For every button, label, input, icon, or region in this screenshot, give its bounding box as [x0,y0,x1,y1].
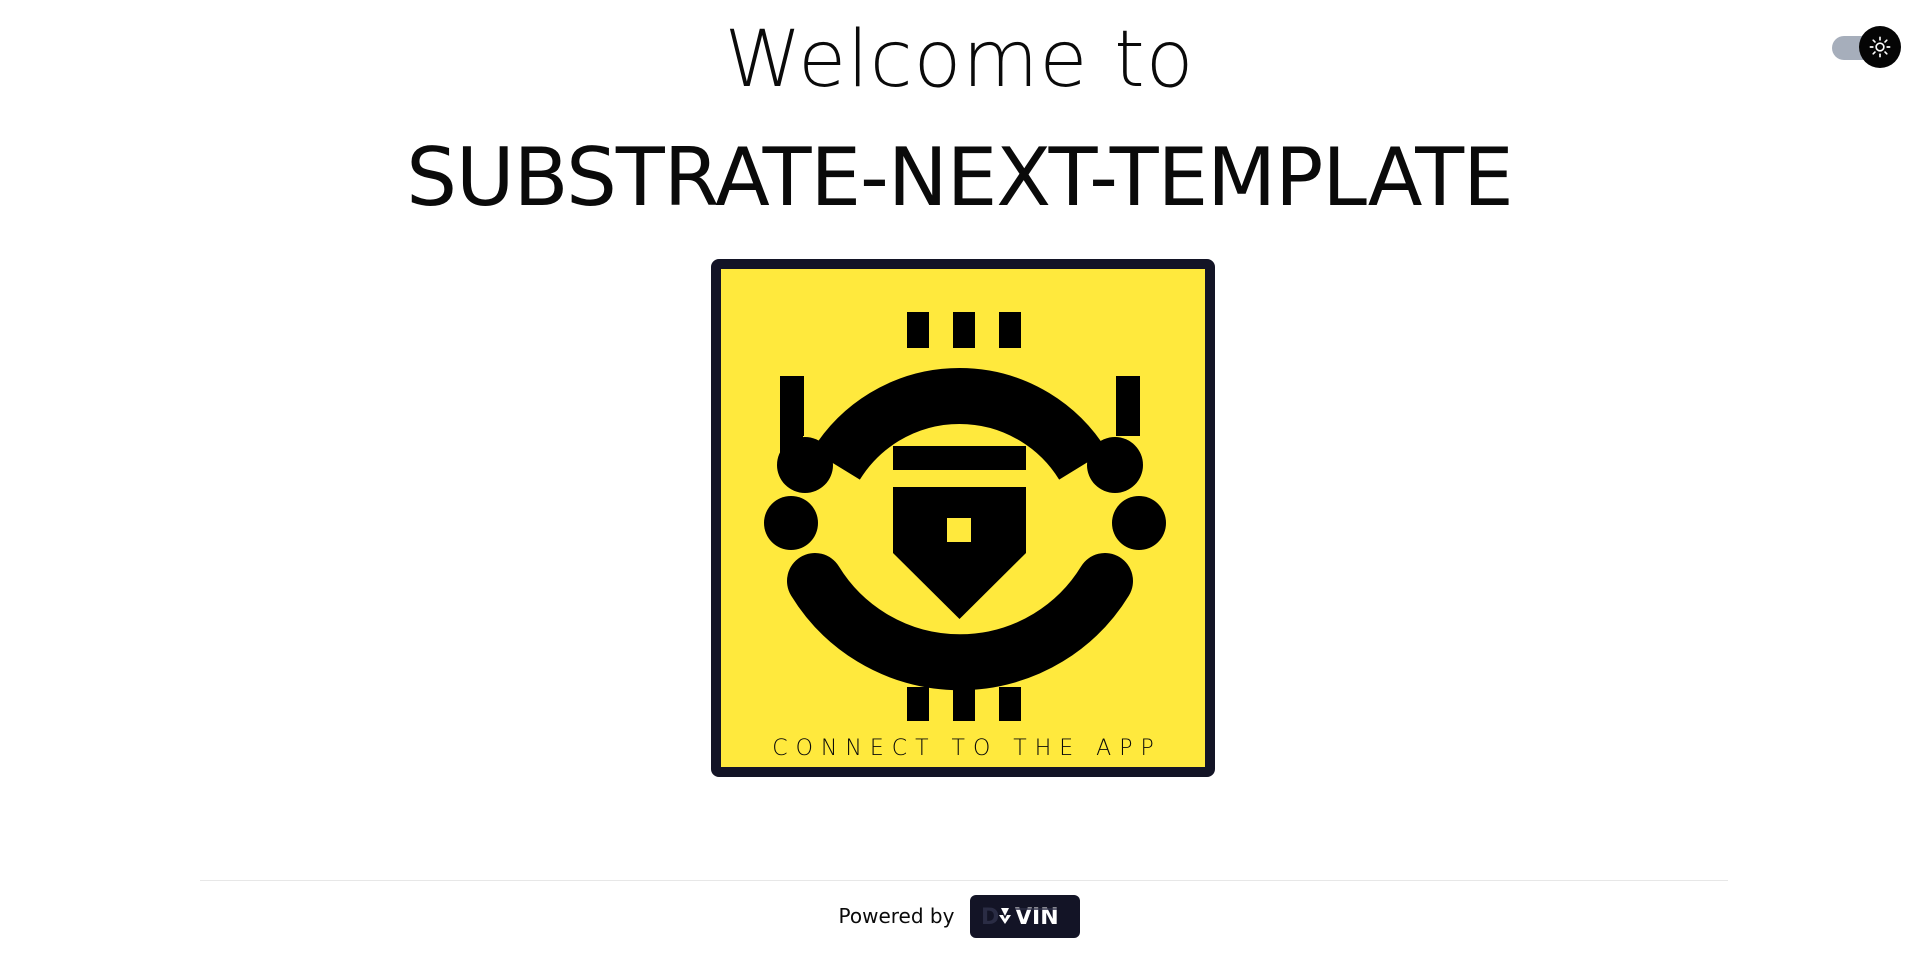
devin-logo: D VIN [981,905,1059,930]
devin-brand-link[interactable]: D VIN [970,894,1081,938]
connect-app-button[interactable]: CONNECT TO THE APP [711,259,1215,777]
welcome-heading: Welcome to [724,15,1195,105]
connect-label: CONNECT TO THE APP [772,736,1162,761]
footer: Powered by D VIN [0,894,1919,938]
svg-text:D: D [981,905,999,930]
project-title: SUBSTRATE-NEXT-TEMPLATE [406,131,1513,224]
powered-by-label: Powered by [838,904,955,928]
footer-divider [200,880,1728,881]
page: Welcome to SUBSTRATE-NEXT-TEMPLATE CONNE… [0,0,1919,966]
substrate-app-logo [764,312,1166,721]
